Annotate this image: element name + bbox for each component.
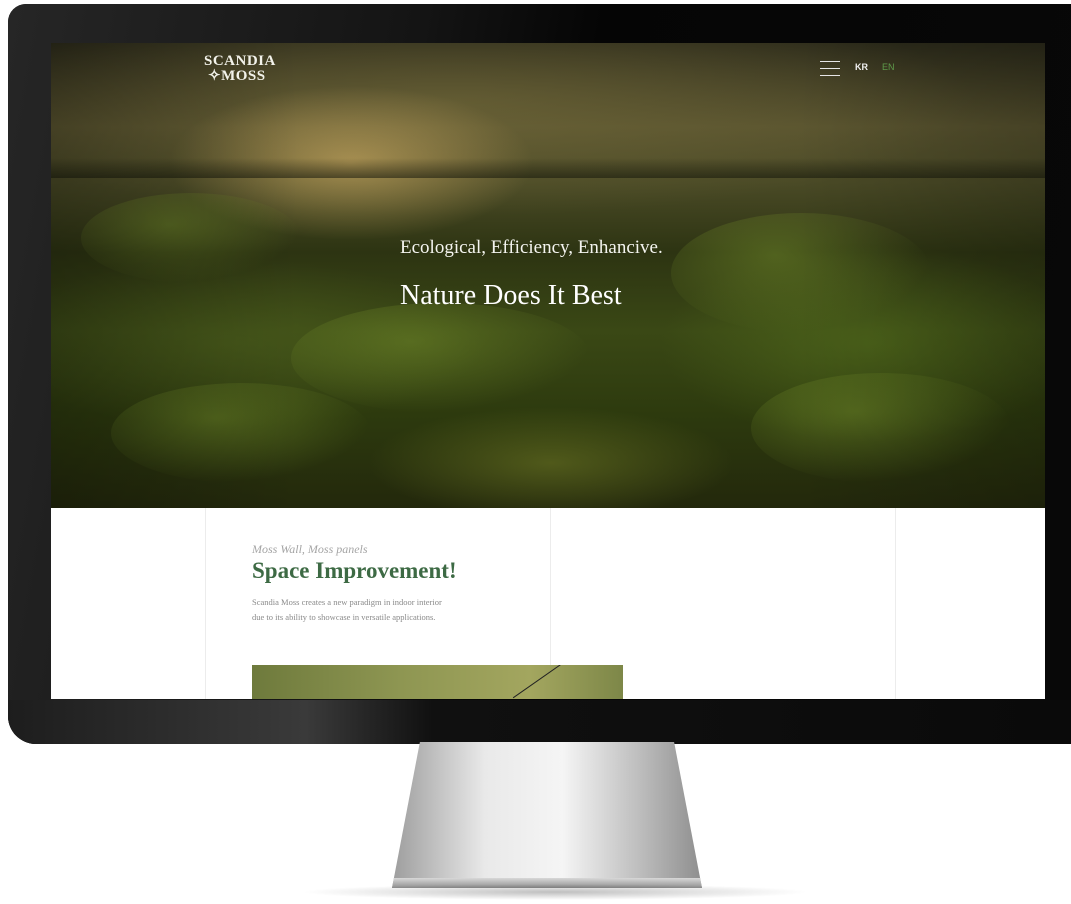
menu-bar (820, 75, 840, 76)
moss-wall-preview-image (252, 665, 623, 699)
menu-bar (820, 68, 840, 69)
site-logo[interactable]: SCANDIA ✧MOSS (204, 54, 276, 84)
hero-banner: SCANDIA ✧MOSS KR EN Ecological, Efficien… (51, 43, 1045, 508)
hero-headline: Nature Does It Best (400, 280, 622, 311)
grid-divider (895, 508, 896, 699)
stand-shadow (300, 884, 810, 900)
section-subtitle: Moss Wall, Moss panels (252, 542, 368, 556)
monitor-stand (392, 742, 702, 888)
menu-bar (820, 61, 840, 62)
description-line: due to its ability to showcase in versat… (252, 612, 436, 622)
grid-divider (205, 508, 206, 699)
logo-line2: ✧MOSS (208, 68, 266, 84)
bezel-chin (8, 700, 1071, 744)
website-screen: SCANDIA ✧MOSS KR EN Ecological, Efficien… (51, 43, 1045, 699)
section-title: Space Improvement! (252, 558, 457, 583)
hamburger-icon[interactable] (820, 60, 840, 76)
description-line: Scandia Moss creates a new paradigm in i… (252, 597, 442, 607)
hero-vignette (51, 43, 1045, 508)
logo-line2-text: MOSS (221, 68, 266, 84)
section-description: Scandia Moss creates a new paradigm in i… (252, 595, 502, 625)
hero-tagline: Ecological, Efficiency, Enhancive. (400, 237, 663, 258)
lang-en-link[interactable]: EN (882, 62, 895, 72)
lang-kr-link[interactable]: KR (855, 62, 868, 72)
logo-line1: SCANDIA (204, 53, 276, 69)
preview-branch (512, 665, 563, 699)
intro-section: Moss Wall, Moss panels Space Improvement… (51, 508, 1045, 699)
